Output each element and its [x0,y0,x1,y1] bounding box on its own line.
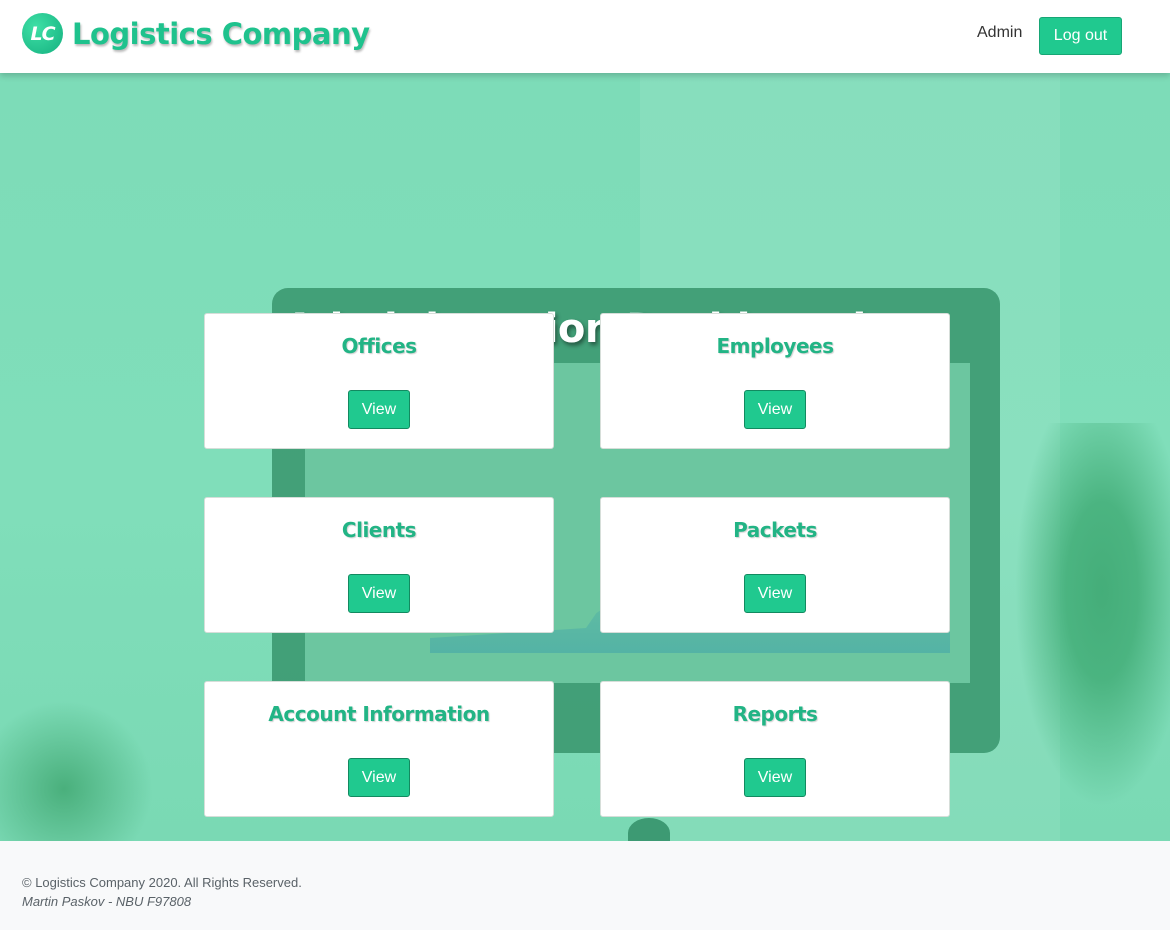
hero-section: Administration Dashboard Offices View Em… [0,73,1170,841]
background-plant-left [0,693,160,841]
footer: © Logistics Company 2020. All Rights Res… [0,841,1170,930]
card-title: Account Information [268,702,490,726]
navbar: LC Logistics Company Admin Log out [0,0,1170,73]
footer-copyright: © Logistics Company 2020. All Rights Res… [22,875,302,890]
logo-icon: LC [22,13,63,54]
view-account-information-button[interactable]: View [348,758,410,797]
logout-button[interactable]: Log out [1039,17,1122,55]
current-user-label: Admin [977,24,1023,41]
card-title: Clients [341,518,417,542]
background-plant-right [1000,423,1170,841]
card-clients: Clients View [204,497,554,633]
page-title: Administration Dashboard [284,306,866,352]
brand-link[interactable]: LC Logistics Company [22,13,370,54]
card-packets: Packets View [600,497,950,633]
card-offices: Offices View [204,313,554,449]
view-reports-button[interactable]: View [744,758,806,797]
view-packets-button[interactable]: View [744,574,806,613]
brand-name: Logistics Company [72,16,370,51]
card-title: Reports [732,702,818,726]
footer-author: Martin Paskov - NBU F97808 [22,894,192,909]
card-account-information: Account Information View [204,681,554,817]
card-title: Offices [341,334,417,358]
view-employees-button[interactable]: View [744,390,806,429]
view-clients-button[interactable]: View [348,574,410,613]
logo-initials: LC [30,22,55,45]
background-apple-logo [628,818,670,841]
view-offices-button[interactable]: View [348,390,410,429]
card-employees: Employees View [600,313,950,449]
card-title: Employees [716,334,834,358]
card-title: Packets [733,518,817,542]
card-reports: Reports View [600,681,950,817]
